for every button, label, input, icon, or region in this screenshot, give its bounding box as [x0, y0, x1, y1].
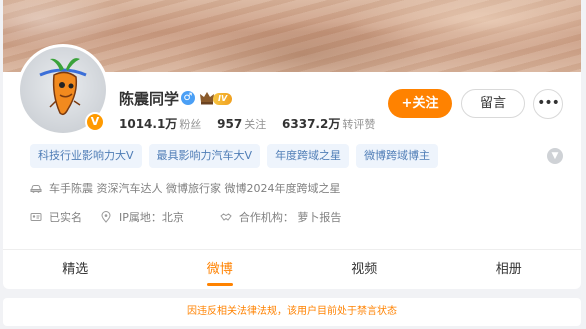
honor-tag[interactable]: 最具影响力汽车大V — [148, 144, 261, 168]
chevron-down-icon[interactable]: ▼ — [547, 148, 563, 164]
honor-tag[interactable]: 年度跨域之星 — [267, 144, 350, 168]
honor-tags: 科技行业影响力大V 最具影响力汽车大V 年度跨域之星 微博跨域博主 — [30, 144, 439, 168]
tab-featured[interactable]: 精选 — [3, 250, 148, 289]
honor-tag[interactable]: 科技行业影响力大V — [30, 144, 142, 168]
verified-badge-icon: V — [85, 112, 105, 132]
id-card-icon — [30, 213, 42, 221]
real-name-status: 已实名 — [49, 211, 82, 224]
honor-tag[interactable]: 微博跨域博主 — [356, 144, 439, 168]
organization[interactable]: 合作机构： 萝卜报告 — [239, 209, 342, 225]
profile-stats: 1014.1万 粉丝 957 关注 6337.2万 转评赞 — [119, 115, 387, 132]
meta-row: 已实名 IP属地：北京 合作机构： 萝卜报告 — [30, 209, 341, 225]
intro-text: 车手陈震 资深汽车达人 微博旅行家 微博2024年度跨域之星 — [49, 182, 341, 195]
followers-count[interactable]: 1014.1万 — [119, 117, 177, 131]
reposts-count: 6337.2万 — [282, 117, 341, 131]
tab-album[interactable]: 相册 — [437, 250, 582, 289]
tab-video[interactable]: 视频 — [292, 250, 437, 289]
male-gender-icon: ♂ — [181, 91, 195, 105]
intro-row: 车手陈震 资深汽车达人 微博旅行家 微博2024年度跨域之星 — [30, 180, 340, 196]
mute-notice: 因违反相关法律法规，该用户目前处于禁言状态 — [3, 298, 581, 326]
ip-location: IP属地：北京 — [119, 211, 184, 224]
profile-tabs: 精选 微博 视频 相册 — [3, 250, 581, 289]
profile-card: V 陈震同学 ♂ IV 1014.1万 粉丝 957 关注 6337.2万 转评赞 +… — [3, 0, 581, 289]
handshake-icon — [220, 213, 232, 221]
reposts-label: 转评赞 — [342, 118, 376, 131]
location-icon — [101, 211, 111, 223]
tab-weibo[interactable]: 微博 — [148, 250, 293, 289]
following-count[interactable]: 957 — [217, 117, 242, 131]
followers-label[interactable]: 粉丝 — [179, 118, 201, 131]
message-button[interactable]: 留言 — [461, 89, 525, 118]
more-options-button[interactable]: ••• — [533, 89, 563, 119]
profile-name: 陈震同学 — [119, 90, 180, 108]
car-icon — [30, 185, 42, 193]
follow-button[interactable]: +关注 — [388, 89, 452, 118]
following-label[interactable]: 关注 — [244, 118, 266, 131]
level-badge[interactable]: IV — [213, 93, 233, 105]
